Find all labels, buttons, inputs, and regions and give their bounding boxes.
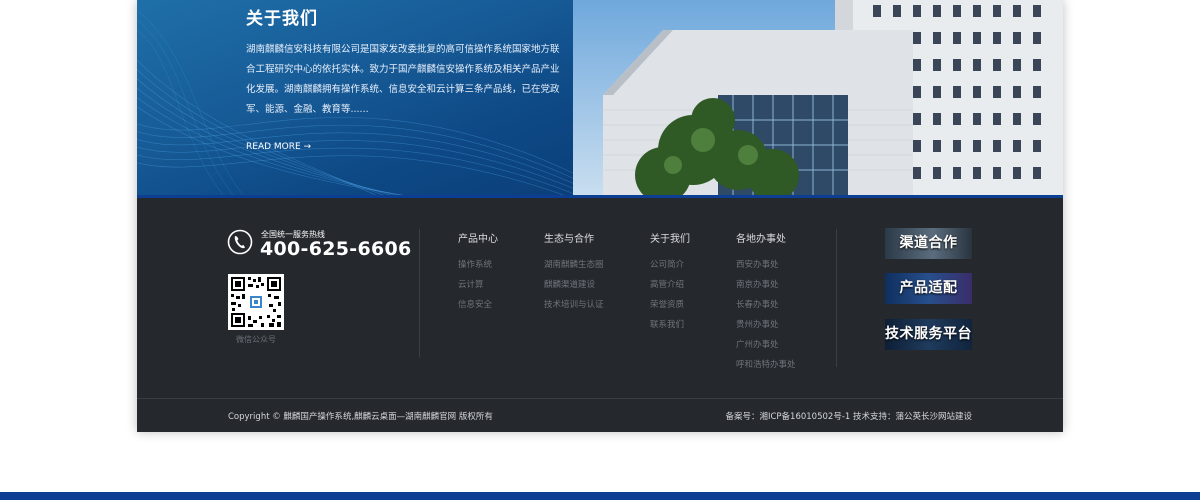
about-title: 关于我们 <box>246 9 318 29</box>
footer-link[interactable]: 湖南麒麟生态圈 <box>544 255 604 275</box>
read-more-link[interactable]: READ MORE → <box>246 142 311 152</box>
footer-link[interactable]: 技术培训与认证 <box>544 295 604 315</box>
about-description: 湖南麒麟信安科技有限公司是国家发改委批复的高可信操作系统国家地方联合工程研究中心… <box>246 44 560 115</box>
footer-link[interactable]: 长春办事处 <box>736 295 796 315</box>
footer-link[interactable]: 广州办事处 <box>736 335 796 355</box>
tech-service-platform-banner[interactable]: 技术服务平台 <box>885 319 972 350</box>
page-container: 关于我们 湖南麒麟信安科技有限公司是国家发改委批复的高可信操作系统国家地方联合工… <box>137 0 1063 432</box>
footer-link[interactable]: 云计算 <box>458 275 498 295</box>
footer-column-products: 产品中心 操作系统 云计算 信息安全 <box>458 230 498 315</box>
footer-link[interactable]: 西安办事处 <box>736 255 796 275</box>
wechat-qr-code <box>228 274 284 330</box>
footer-link[interactable]: 麒麟渠道建设 <box>544 275 604 295</box>
copyright-text: Copyright © 麒麟国产操作系统,麒麟云桌面—湖南麒麟官网 版权所有 <box>228 412 493 422</box>
banner-label: 技术服务平台 <box>885 326 972 342</box>
footer-column-ecosystem: 生态与合作 湖南麒麟生态圈 麒麟渠道建设 技术培训与认证 <box>544 230 604 315</box>
footer-column-title[interactable]: 各地办事处 <box>736 230 796 245</box>
footer-link[interactable]: 荣誉资质 <box>650 295 690 315</box>
footer-divider-right <box>836 229 837 367</box>
footer-column-title[interactable]: 生态与合作 <box>544 230 604 245</box>
site-footer: 全国统一服务热线 400-625-6606 微信公众号 产品中心 操作系统 云计… <box>137 198 1063 432</box>
footer-divider-left <box>419 229 420 357</box>
footer-link[interactable]: 联系我们 <box>650 315 690 335</box>
channel-cooperation-banner[interactable]: 渠道合作 <box>885 228 972 259</box>
qr-caption: 微信公众号 <box>236 335 276 344</box>
footer-link[interactable]: 呼和浩特办事处 <box>736 355 796 375</box>
phone-icon <box>227 229 253 255</box>
product-adaptation-banner[interactable]: 产品适配 <box>885 273 972 304</box>
building-illustration <box>573 0 1063 195</box>
footer-column-offices: 各地办事处 西安办事处 南京办事处 长春办事处 贵州办事处 广州办事处 呼和浩特… <box>736 230 796 375</box>
bottom-accent-bar <box>0 492 1200 500</box>
icp-record[interactable]: 备案号：湘ICP备16010502号-1 技术支持：蒲公英长沙网站建设 <box>725 410 972 422</box>
footer-link[interactable]: 操作系统 <box>458 255 498 275</box>
footer-column-title[interactable]: 产品中心 <box>458 230 498 245</box>
about-section: 关于我们 湖南麒麟信安科技有限公司是国家发改委批复的高可信操作系统国家地方联合工… <box>137 0 573 195</box>
footer-link[interactable]: 贵州办事处 <box>736 315 796 335</box>
footer-link[interactable]: 高管介绍 <box>650 275 690 295</box>
footer-link[interactable]: 公司简介 <box>650 255 690 275</box>
footer-link[interactable]: 信息安全 <box>458 295 498 315</box>
hotline-number: 400-625-6606 <box>260 238 412 260</box>
footer-column-title[interactable]: 关于我们 <box>650 230 690 245</box>
building-photo <box>573 0 1063 195</box>
footer-link[interactable]: 南京办事处 <box>736 275 796 295</box>
footer-column-about: 关于我们 公司简介 高管介绍 荣誉资质 联系我们 <box>650 230 690 335</box>
footer-bottom-divider <box>137 398 1063 399</box>
banner-label: 产品适配 <box>899 280 958 296</box>
banner-label: 渠道合作 <box>899 235 958 251</box>
